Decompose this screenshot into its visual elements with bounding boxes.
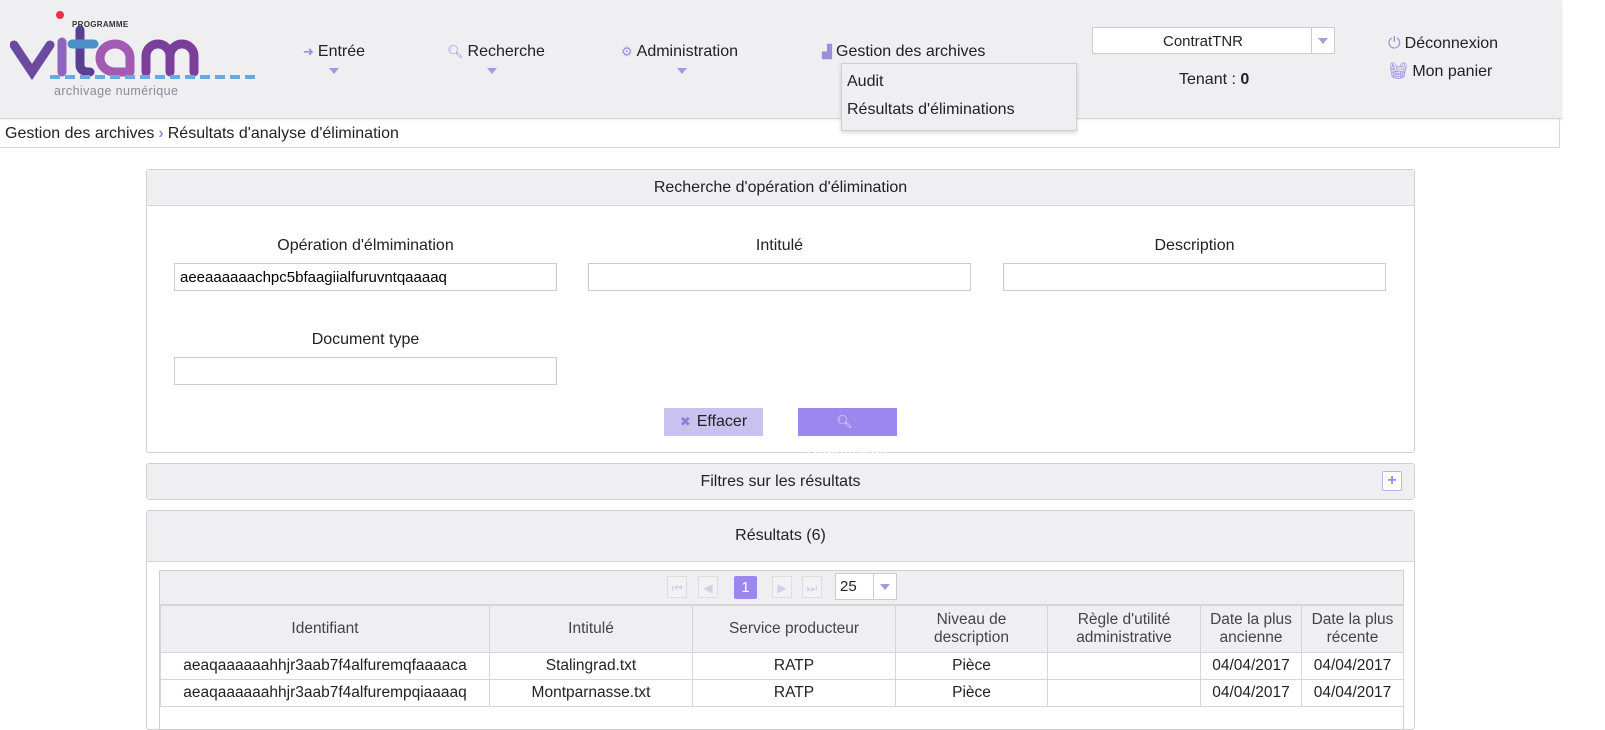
nav-entree[interactable]: ➜ Entrée [303, 43, 365, 61]
cell-date-recente: 04/04/2017 [1301, 652, 1404, 680]
nav-administration-label: Administration [636, 43, 739, 60]
breadcrumb-parent[interactable]: Gestion des archives [5, 125, 154, 142]
chevron-right-icon: › [158, 125, 164, 142]
chevron-down-icon[interactable] [329, 68, 339, 74]
nav-gestion-archives[interactable]: ▟ Gestion des archives [822, 43, 985, 61]
cell-niveau: Pièce [895, 652, 1048, 680]
table-row[interactable]: aeaqaaaaaahhjr3aab7f4alfurempqiaaaaq Mon… [160, 679, 1404, 707]
cell-date-ancienne: 04/04/2017 [1200, 652, 1302, 680]
tenant-label: Tenant : [1179, 71, 1236, 88]
search-panel: Recherche d'opération d'élimination Opér… [146, 169, 1415, 458]
tenant-indicator: Tenant : 0 [1179, 71, 1249, 89]
nav-recherche[interactable]: 🔍︎ Recherche [447, 43, 545, 61]
chevron-down-icon[interactable] [1311, 28, 1334, 53]
clear-button-label: Effacer [696, 413, 748, 430]
cell-regle [1047, 679, 1201, 707]
sign-in-icon: ➜ [303, 44, 314, 59]
cell-service: RATP [692, 652, 896, 680]
description-label: Description [1154, 237, 1235, 254]
close-icon: ✖ [679, 414, 691, 429]
filters-panel: Filtres sur les résultats + [146, 463, 1415, 500]
power-icon: ⏻ [1388, 35, 1401, 52]
search-icon: 🔍︎ [447, 44, 464, 59]
search-button[interactable]: 🔍︎ Rechercher [798, 408, 897, 458]
vitam-logo[interactable]: PROGRAMME archivage numérique [10, 10, 270, 105]
menu-item-audit[interactable]: Audit [847, 73, 883, 91]
prev-page-icon[interactable]: ◀ [698, 576, 718, 598]
cell-service: RATP [692, 679, 896, 707]
search-panel-title: Recherche d'opération d'élimination [147, 170, 1414, 206]
doctype-label: Document type [311, 331, 420, 348]
current-page[interactable]: 1 [734, 576, 757, 599]
results-table: Identifiant Intitulé Service producteur … [160, 605, 1404, 707]
area-chart-icon: ▟ [822, 44, 832, 59]
chevron-down-icon[interactable] [487, 68, 497, 74]
chevron-down-icon[interactable] [873, 574, 896, 599]
expand-filters-button[interactable]: + [1382, 471, 1402, 491]
operation-label: Opération d'élmimination [277, 237, 454, 254]
first-page-icon[interactable]: ⏮ [667, 576, 687, 598]
title-label: Intitulé [755, 237, 804, 254]
gestion-archives-dropdown: Audit Résultats d'éliminations [841, 63, 1077, 131]
logout-link[interactable]: ⏻ Déconnexion [1388, 35, 1498, 53]
nav-entree-label: Entrée [317, 43, 366, 60]
menu-item-resultats-eliminations[interactable]: Résultats d'éliminations [847, 101, 1015, 119]
cell-niveau: Pièce [895, 679, 1048, 707]
logout-label: Déconnexion [1404, 35, 1499, 52]
logo-tagline: archivage numérique [54, 84, 179, 98]
cell-intitule: Stalingrad.txt [489, 652, 693, 680]
tenant-value: 0 [1240, 71, 1250, 88]
next-page-icon[interactable]: ▶ [772, 576, 792, 598]
cart-label: Mon panier [1412, 63, 1493, 80]
cell-identifiant: aeaqaaaaaahhjr3aab7f4alfuremqfaaaaca [160, 652, 490, 680]
cell-identifiant: aeaqaaaaaahhjr3aab7f4alfurempqiaaaaq [160, 679, 490, 707]
pagination: ⏮ ◀ 1 ▶ ⏭ 25 [160, 571, 1403, 605]
nav-recherche-label: Recherche [467, 43, 545, 60]
title-input[interactable] [588, 263, 971, 291]
table-header-row: Identifiant Intitulé Service producteur … [160, 605, 1404, 653]
breadcrumb: Gestion des archives › Résultats d'analyse… [0, 119, 1560, 148]
vitam-logo-mark [10, 11, 258, 81]
search-button-label: Rechercher [806, 441, 889, 458]
clear-button[interactable]: ✖ Effacer [664, 408, 763, 436]
column-header[interactable]: Intitulé [489, 605, 693, 653]
column-header[interactable]: Niveau de description [895, 605, 1048, 653]
basket-icon: 🧺︎ [1388, 63, 1409, 80]
nav-administration[interactable]: ⚙ Administration [621, 43, 738, 61]
chevron-down-icon[interactable] [677, 68, 687, 74]
program-label: PROGRAMME [72, 20, 129, 29]
column-header[interactable]: Date la plus ancienne [1200, 605, 1302, 653]
page-size-select[interactable]: 25 [835, 573, 897, 600]
cell-date-ancienne: 04/04/2017 [1200, 679, 1302, 707]
filters-title: Filtres sur les résultats [147, 464, 1414, 499]
column-header[interactable]: Identifiant [160, 605, 490, 653]
contract-select[interactable]: ContratTNR [1092, 27, 1335, 54]
results-title: Résultats (6) [147, 511, 1414, 562]
cell-intitule: Montparnasse.txt [489, 679, 693, 707]
table-row[interactable]: aeaqaaaaaahhjr3aab7f4alfuremqfaaaaca Sta… [160, 652, 1404, 680]
results-table-container: ⏮ ◀ 1 ▶ ⏭ 25 Identifiant Intitulé Servic… [159, 570, 1404, 730]
description-input[interactable] [1003, 263, 1386, 291]
results-panel: Résultats (6) ⏮ ◀ 1 ▶ ⏭ 25 Identifiant I… [146, 510, 1415, 730]
last-page-icon[interactable]: ⏭ [802, 576, 822, 598]
gears-icon: ⚙ [621, 44, 633, 59]
page-size-value: 25 [840, 578, 857, 595]
cell-regle [1047, 652, 1201, 680]
contract-value: ContratTNR [1162, 33, 1244, 50]
nav-gestion-archives-label: Gestion des archives [836, 43, 986, 60]
column-header[interactable]: Service producteur [692, 605, 896, 653]
column-header[interactable]: Règle d'utilité administrative [1047, 605, 1201, 653]
operation-input[interactable] [174, 263, 557, 291]
search-icon: 🔍︎ [836, 414, 853, 429]
breadcrumb-current: Résultats d'analyse d'élimination [167, 125, 399, 142]
cell-date-recente: 04/04/2017 [1301, 679, 1404, 707]
cart-link[interactable]: 🧺︎ Mon panier [1388, 61, 1492, 81]
app-header: PROGRAMME archivage numérique ➜ Entrée 🔍︎… [0, 0, 1562, 119]
doctype-input[interactable] [174, 357, 557, 385]
column-header[interactable]: Date la plus récente [1301, 605, 1404, 653]
